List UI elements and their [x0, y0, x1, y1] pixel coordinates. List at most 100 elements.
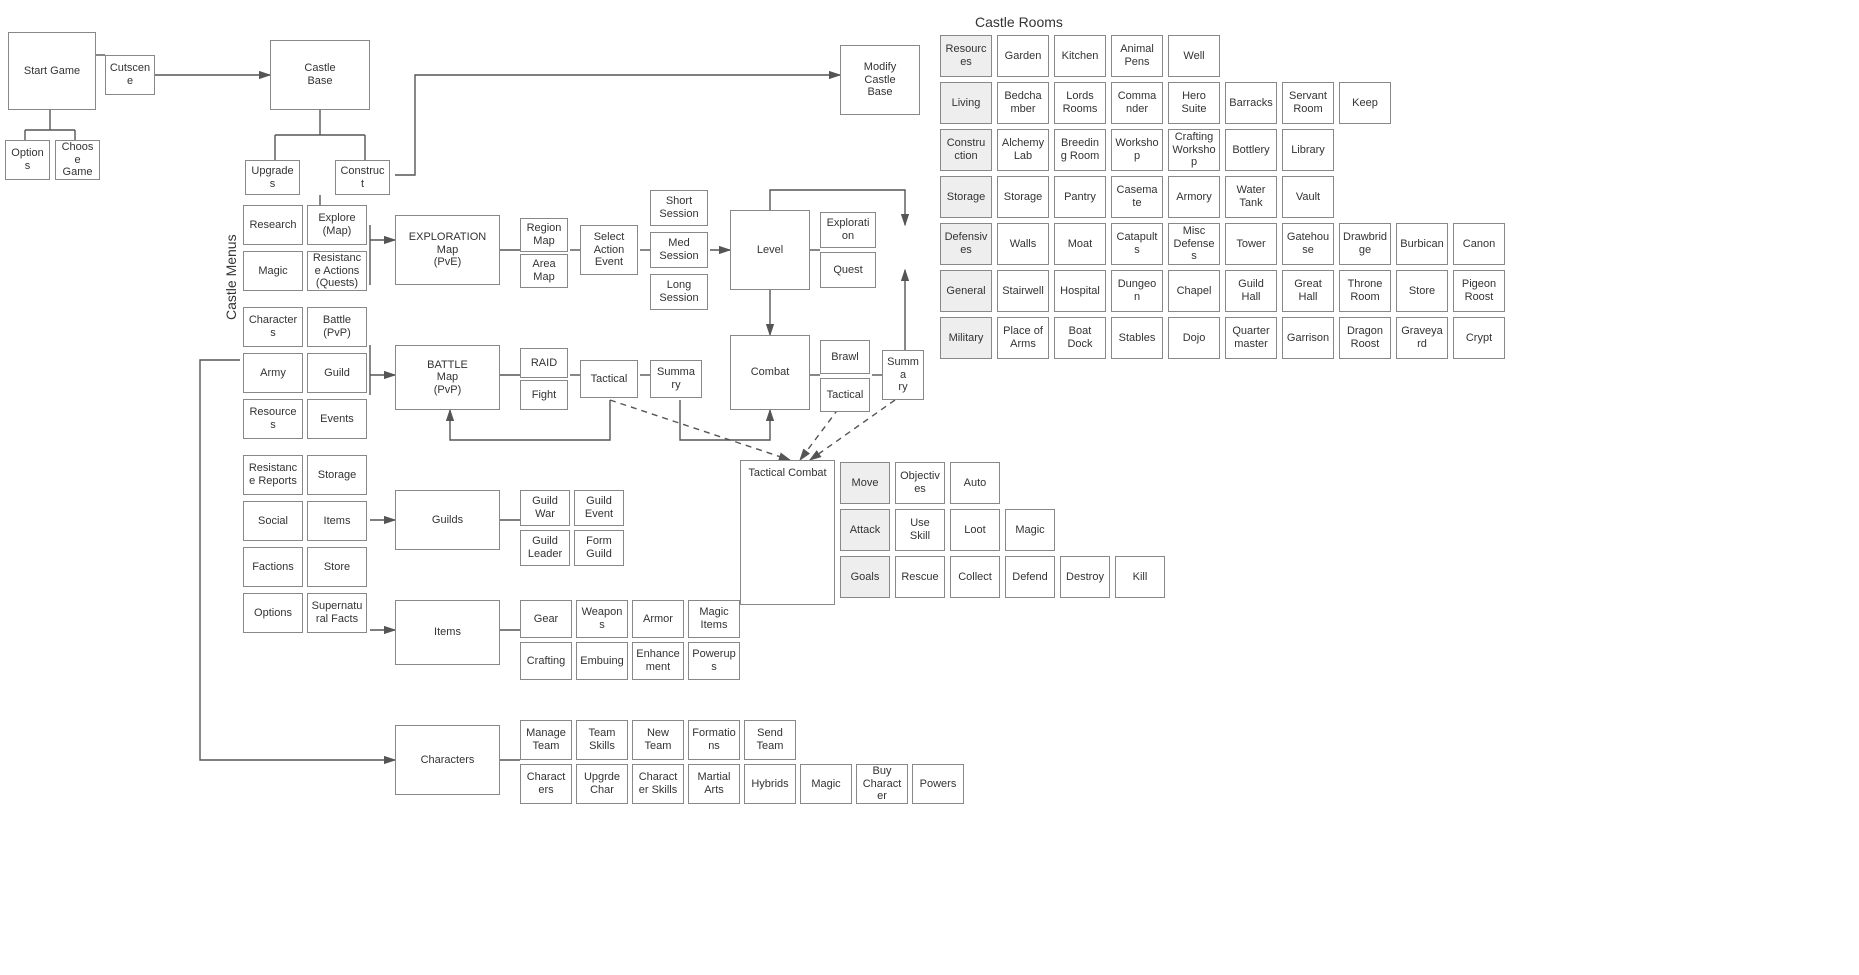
label-castle-menus: Castle Menus — [223, 234, 239, 320]
menu-options: Options — [243, 593, 303, 633]
room-1-5: Servant Room — [1282, 82, 1334, 124]
text: Guilds — [432, 514, 463, 527]
text: Cutscene — [109, 62, 151, 87]
room-0-3: Well — [1168, 35, 1220, 77]
chars-0-0: Manage Team — [520, 720, 572, 760]
text: Upgrades — [249, 165, 296, 190]
items-0-2: Armor — [632, 600, 684, 638]
node-guilds: Guilds — [395, 490, 500, 550]
text: Summa ry — [657, 366, 695, 391]
menu-events: Events — [307, 399, 367, 439]
battle-sub-1: Fight — [520, 380, 568, 410]
menu-items: Items — [307, 501, 367, 541]
room-rowlabel-0: Resources — [940, 35, 992, 77]
chars-0-1: Team Skills — [576, 720, 628, 760]
text: Start Game — [24, 65, 80, 78]
node-modify-castle-base: Modify Castle Base — [840, 45, 920, 115]
node-select-action-event: Select Action Event — [580, 225, 638, 275]
tac-rowlabel-2: Goals — [840, 556, 890, 598]
room-2-1: Breeding Room — [1054, 129, 1106, 171]
tac-cell-0-0: Objectives — [895, 462, 945, 504]
items-1-3: Powerups — [688, 642, 740, 680]
node-battle-map: BATTLE Map (PvP) — [395, 345, 500, 410]
text: Combat — [751, 366, 790, 379]
text: Tactical — [591, 373, 628, 386]
node-battle-summary: Summa ry — [650, 360, 702, 398]
text: Castle Menus — [223, 234, 239, 320]
chars-1-1: Upgrde Char — [576, 764, 628, 804]
room-4-4: Tower — [1225, 223, 1277, 265]
room-5-0: Stairwell — [997, 270, 1049, 312]
room-6-0: Place of Arms — [997, 317, 1049, 359]
menu-army: Army — [243, 353, 303, 393]
room-4-3: Misc Defenses — [1168, 223, 1220, 265]
guild-0-0: Guild War — [520, 490, 570, 526]
chars-1-2: Character Skills — [632, 764, 684, 804]
chars-1-7: Powers — [912, 764, 964, 804]
chars-1-0: Characters — [520, 764, 572, 804]
text: EXPLORATION Map (PvE) — [409, 231, 486, 269]
menu-battle-pvp-: Battle (PvP) — [307, 307, 367, 347]
room-1-6: Keep — [1339, 82, 1391, 124]
menu-factions: Factions — [243, 547, 303, 587]
items-1-1: Embuing — [576, 642, 628, 680]
room-1-1: Lords Rooms — [1054, 82, 1106, 124]
room-1-2: Commander — [1111, 82, 1163, 124]
chars-0-2: New Team — [632, 720, 684, 760]
room-4-8: Canon — [1453, 223, 1505, 265]
room-6-8: Crypt — [1453, 317, 1505, 359]
text: Items — [434, 626, 461, 639]
room-rowlabel-1: Living — [940, 82, 992, 124]
room-4-0: Walls — [997, 223, 1049, 265]
room-5-8: Pigeon Roost — [1453, 270, 1505, 312]
room-4-7: Burbican — [1396, 223, 1448, 265]
tac-cell-0-1: Auto — [950, 462, 1000, 504]
guild-0-1: Guild Event — [574, 490, 624, 526]
text: Characters — [421, 754, 475, 767]
node-exploration-map: EXPLORATION Map (PvE) — [395, 215, 500, 285]
room-rowlabel-3: Storage — [940, 176, 992, 218]
room-4-6: Drawbridge — [1339, 223, 1391, 265]
chars-1-3: Martial Arts — [688, 764, 740, 804]
chars-0-4: Send Team — [744, 720, 796, 760]
menu-magic: Magic — [243, 251, 303, 291]
items-0-3: Magic Items — [688, 600, 740, 638]
tac-cell-1-0: Use Skill — [895, 509, 945, 551]
room-6-5: Garrison — [1282, 317, 1334, 359]
tac-cell-2-1: Collect — [950, 556, 1000, 598]
room-5-5: Great Hall — [1282, 270, 1334, 312]
text: Castle Rooms — [975, 14, 1063, 30]
exploration-sub-1: Area Map — [520, 254, 568, 288]
room-4-1: Moat — [1054, 223, 1106, 265]
items-0-0: Gear — [520, 600, 572, 638]
exploration-sub-0: Region Map — [520, 218, 568, 252]
level-sub-1: Quest — [820, 252, 876, 288]
session-1: Med Session — [650, 232, 708, 268]
tac-cell-2-2: Defend — [1005, 556, 1055, 598]
text: Castle Base — [304, 62, 335, 87]
text: Level — [757, 244, 783, 257]
room-rowlabel-5: General — [940, 270, 992, 312]
room-rowlabel-2: Construction — [940, 129, 992, 171]
label-castle-rooms: Castle Rooms — [975, 14, 1063, 30]
room-5-2: Dungeon — [1111, 270, 1163, 312]
tac-rowlabel-1: Attack — [840, 509, 890, 551]
session-0: Short Session — [650, 190, 708, 226]
session-2: Long Session — [650, 274, 708, 310]
room-6-3: Dojo — [1168, 317, 1220, 359]
room-5-1: Hospital — [1054, 270, 1106, 312]
room-5-6: Throne Room — [1339, 270, 1391, 312]
room-2-2: Workshop — [1111, 129, 1163, 171]
chars-1-5: Magic — [800, 764, 852, 804]
tac-cell-2-3: Destroy — [1060, 556, 1110, 598]
menu-explore-map-: Explore (Map) — [307, 205, 367, 245]
room-1-0: Bedchamber — [997, 82, 1049, 124]
tac-cell-1-2: Magic — [1005, 509, 1055, 551]
node-tactical-combat: Tactical Combat — [740, 460, 835, 605]
room-6-1: Boat Dock — [1054, 317, 1106, 359]
tac-rowlabel-0: Move — [840, 462, 890, 504]
room-2-0: Alchemy Lab — [997, 129, 1049, 171]
menu-resistance-actions-quests-: Resistance Actions (Quests) — [307, 251, 367, 291]
text: Choose Game — [59, 141, 96, 179]
menu-research: Research — [243, 205, 303, 245]
